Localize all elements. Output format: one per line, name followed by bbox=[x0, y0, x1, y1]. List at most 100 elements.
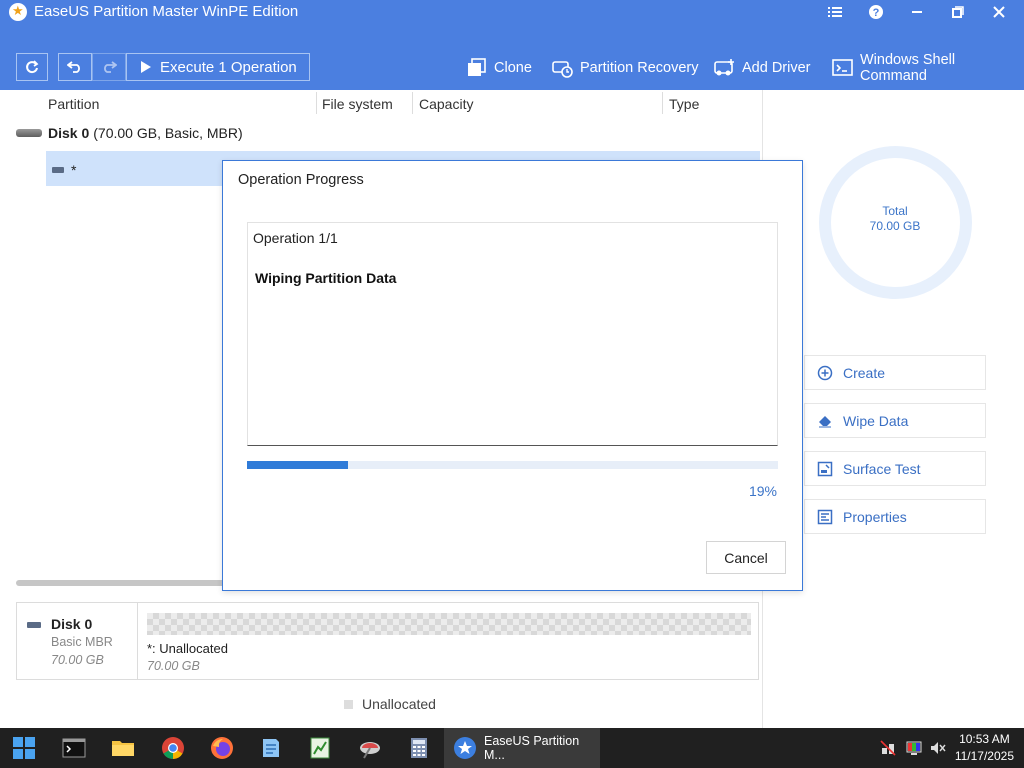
partition-recovery-label: Partition Recovery bbox=[580, 60, 699, 76]
legend-swatch bbox=[344, 699, 353, 709]
disk-name: Disk 0 bbox=[48, 125, 90, 141]
chrome-icon[interactable] bbox=[161, 736, 185, 760]
restore-icon[interactable] bbox=[938, 0, 978, 24]
operation-details-box: Operation 1/1 Wiping Partition Data bbox=[247, 222, 778, 446]
wipe-data-button[interactable]: Wipe Data bbox=[804, 403, 986, 438]
properties-label: Properties bbox=[843, 508, 907, 525]
column-divider[interactable] bbox=[662, 92, 663, 114]
surface-test-button[interactable]: Surface Test bbox=[804, 451, 986, 486]
add-driver-icon bbox=[714, 58, 736, 78]
legend: Unallocated bbox=[344, 696, 436, 712]
taskbar-app-easeus[interactable]: EaseUS Partition M... bbox=[444, 728, 600, 768]
disk-tool-icon[interactable] bbox=[358, 736, 382, 760]
disk-map-info[interactable]: Disk 0 Basic MBR 70.00 GB bbox=[17, 603, 138, 679]
command-prompt-icon[interactable] bbox=[62, 736, 86, 760]
column-header-type[interactable]: Type bbox=[669, 96, 699, 112]
horizontal-scrollbar[interactable] bbox=[16, 580, 226, 586]
partition-name: * bbox=[71, 162, 77, 178]
column-headers: Partition File system Capacity Type bbox=[0, 90, 760, 118]
svg-text:?: ? bbox=[873, 7, 880, 19]
operation-count: Operation 1/1 bbox=[253, 230, 338, 246]
column-header-file-system[interactable]: File system bbox=[322, 96, 393, 112]
undo-button[interactable] bbox=[58, 53, 92, 81]
notes-app-icon[interactable] bbox=[259, 736, 283, 760]
refresh-icon bbox=[26, 60, 39, 74]
redo-button[interactable] bbox=[92, 53, 126, 81]
system-clock[interactable]: 10:53 AM 11/17/2025 bbox=[955, 731, 1014, 765]
windows-shell-command-button[interactable]: Windows Shell Command bbox=[832, 52, 1024, 84]
plus-circle-icon bbox=[817, 365, 833, 381]
disk-map-partition-label: *: Unallocated bbox=[147, 641, 228, 656]
progress-percent: 19% bbox=[748, 483, 777, 499]
disk-map-partition-size: 70.00 GB bbox=[147, 659, 200, 673]
legend-label: Unallocated bbox=[362, 696, 436, 712]
surface-test-label: Surface Test bbox=[843, 460, 921, 477]
partition-recovery-icon bbox=[552, 58, 574, 78]
operation-task: Wiping Partition Data bbox=[255, 270, 397, 286]
title-toolbar-band: EaseUS Partition Master WinPE Edition ? … bbox=[0, 0, 1024, 90]
refresh-button[interactable] bbox=[16, 53, 48, 81]
cancel-button[interactable]: Cancel bbox=[706, 541, 786, 574]
disk-map-name: Disk 0 bbox=[51, 616, 93, 632]
disk-row[interactable]: Disk 0 (70.00 GB, Basic, MBR) bbox=[16, 122, 243, 144]
start-windows-icon[interactable] bbox=[12, 736, 36, 760]
calculator-icon[interactable] bbox=[407, 736, 431, 760]
progress-bar bbox=[247, 461, 778, 469]
undo-icon bbox=[67, 61, 80, 73]
column-divider[interactable] bbox=[316, 92, 317, 114]
disk-drive-icon bbox=[27, 622, 41, 628]
column-header-partition[interactable]: Partition bbox=[48, 96, 99, 112]
display-tray-icon[interactable] bbox=[906, 740, 922, 756]
dialog-title: Operation Progress bbox=[238, 172, 364, 188]
title-bar: EaseUS Partition Master WinPE Edition ? bbox=[0, 0, 1024, 24]
clone-label: Clone bbox=[494, 60, 532, 76]
add-driver-button[interactable]: Add Driver bbox=[714, 55, 811, 81]
donut-total-value: 70.00 GB bbox=[869, 219, 921, 233]
wipe-data-label: Wipe Data bbox=[843, 412, 909, 429]
eraser-icon bbox=[817, 413, 833, 429]
menu-icon[interactable] bbox=[815, 0, 855, 24]
file-explorer-icon[interactable] bbox=[111, 736, 135, 760]
clock-time: 10:53 AM bbox=[959, 732, 1010, 746]
disk-map-type: Basic MBR bbox=[51, 635, 113, 649]
column-divider[interactable] bbox=[412, 92, 413, 114]
disk-detail: (70.00 GB, Basic, MBR) bbox=[93, 125, 243, 141]
disk-map-size: 70.00 GB bbox=[51, 653, 104, 667]
properties-icon bbox=[817, 509, 833, 525]
taskbar-app-label: EaseUS Partition M... bbox=[484, 734, 580, 762]
clone-button[interactable]: Clone bbox=[466, 55, 532, 81]
unallocated-pattern bbox=[147, 613, 751, 635]
create-button[interactable]: Create bbox=[804, 355, 986, 390]
redo-icon bbox=[104, 61, 117, 73]
firefox-icon[interactable] bbox=[210, 736, 234, 760]
add-driver-label: Add Driver bbox=[742, 60, 811, 76]
clone-icon bbox=[466, 58, 488, 78]
column-header-capacity[interactable]: Capacity bbox=[419, 96, 473, 112]
easeus-logo-icon bbox=[9, 3, 27, 21]
progress-bar-fill bbox=[247, 461, 348, 469]
window-title: EaseUS Partition Master WinPE Edition bbox=[34, 3, 299, 20]
execute-operation-button[interactable]: Execute 1 Operation bbox=[126, 53, 310, 81]
clock-date: 11/17/2025 bbox=[954, 749, 1014, 763]
close-icon[interactable] bbox=[979, 0, 1019, 24]
disk-map-partition-block[interactable]: *: Unallocated 70.00 GB bbox=[145, 611, 751, 673]
hard-disk-icon bbox=[16, 129, 42, 137]
properties-button[interactable]: Properties bbox=[804, 499, 986, 534]
spreadsheet-app-icon[interactable] bbox=[308, 736, 332, 760]
partition-recovery-button[interactable]: Partition Recovery bbox=[552, 55, 698, 81]
volume-muted-icon[interactable] bbox=[930, 740, 946, 756]
play-icon bbox=[141, 61, 151, 73]
execute-operation-label: Execute 1 Operation bbox=[160, 58, 297, 76]
donut-total-label: Total bbox=[882, 204, 908, 218]
disk-map: Disk 0 Basic MBR 70.00 GB *: Unallocated… bbox=[16, 602, 759, 680]
minimize-icon[interactable] bbox=[897, 0, 937, 24]
operation-progress-dialog: Operation Progress Operation 1/1 Wiping … bbox=[222, 160, 803, 591]
easeus-taskbar-icon bbox=[454, 737, 476, 759]
partition-drive-icon bbox=[52, 167, 64, 173]
help-icon[interactable]: ? bbox=[856, 0, 896, 24]
network-tray-icon[interactable] bbox=[880, 740, 896, 756]
taskbar: EaseUS Partition M... 10:53 AM 11/17/202… bbox=[0, 728, 1024, 768]
surface-test-icon bbox=[817, 461, 833, 477]
create-label: Create bbox=[843, 364, 886, 381]
windows-shell-command-label: Windows Shell Command bbox=[860, 52, 956, 84]
